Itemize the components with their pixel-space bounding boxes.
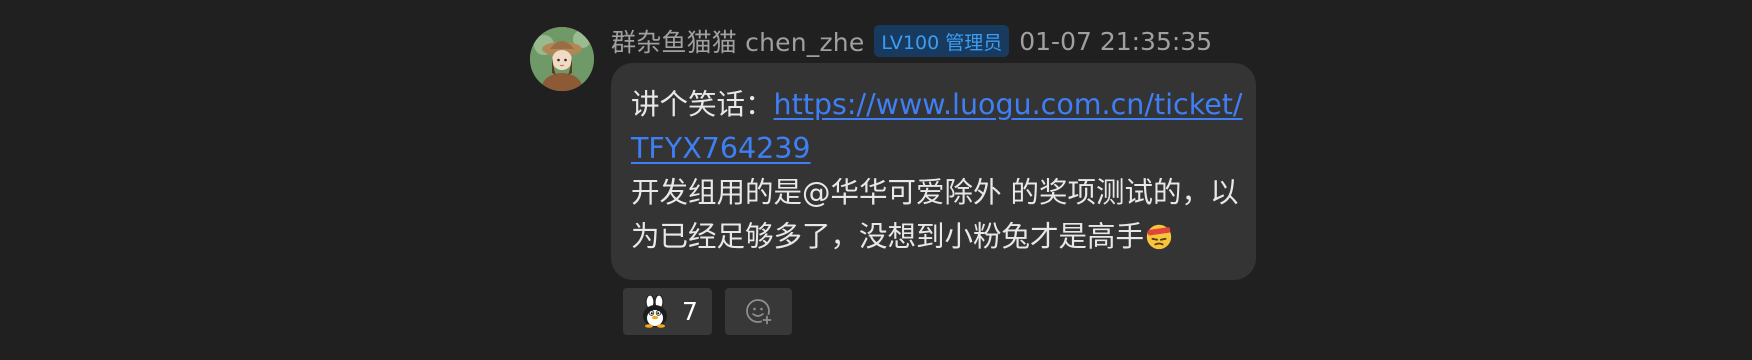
message-text: 为已经足够多了，没想到小粉兔才是高手 xyxy=(631,220,1145,253)
message-header: 群杂鱼猫猫 chen_zhe LV100 管理员 01-07 21:35:35 xyxy=(611,24,1212,58)
rabbit-penguin-icon xyxy=(643,294,667,328)
message-line-4: 为已经足够多了，没想到小粉兔才是高手 xyxy=(631,215,1236,259)
add-reaction-icon xyxy=(745,298,772,325)
username[interactable]: 群杂鱼猫猫 chen_zhe xyxy=(611,23,864,59)
message-text: 讲个笑话： xyxy=(631,88,774,121)
level-badge: LV100 管理员 xyxy=(874,25,1010,57)
reaction-count: 7 xyxy=(682,297,698,326)
message-text: 开发组用的是@华华可爱除外 的奖项测试的，以 xyxy=(631,176,1239,209)
user-avatar[interactable] xyxy=(530,27,594,91)
message-bubble: 讲个笑话：https://www.luogu.com.cn/ticket/ TF… xyxy=(611,63,1256,280)
message-line-3: 开发组用的是@华华可爱除外 的奖项测试的，以 xyxy=(631,171,1239,215)
reaction-button[interactable]: 7 xyxy=(623,288,712,335)
chat-message: 群杂鱼猫猫 chen_zhe LV100 管理员 01-07 21:35:35 … xyxy=(0,0,1752,360)
bandage-head-emoji-icon xyxy=(1146,224,1172,250)
ticket-link[interactable]: https://www.luogu.com.cn/ticket/ xyxy=(774,88,1243,121)
message-timestamp: 01-07 21:35:35 xyxy=(1019,26,1213,56)
message-line-2: TFYX764239 xyxy=(631,127,1236,171)
ticket-link-continued[interactable]: TFYX764239 xyxy=(631,132,811,165)
avatar-image xyxy=(530,27,594,91)
add-reaction-button[interactable] xyxy=(725,288,792,335)
message-line-1: 讲个笑话：https://www.luogu.com.cn/ticket/ xyxy=(631,83,1243,127)
